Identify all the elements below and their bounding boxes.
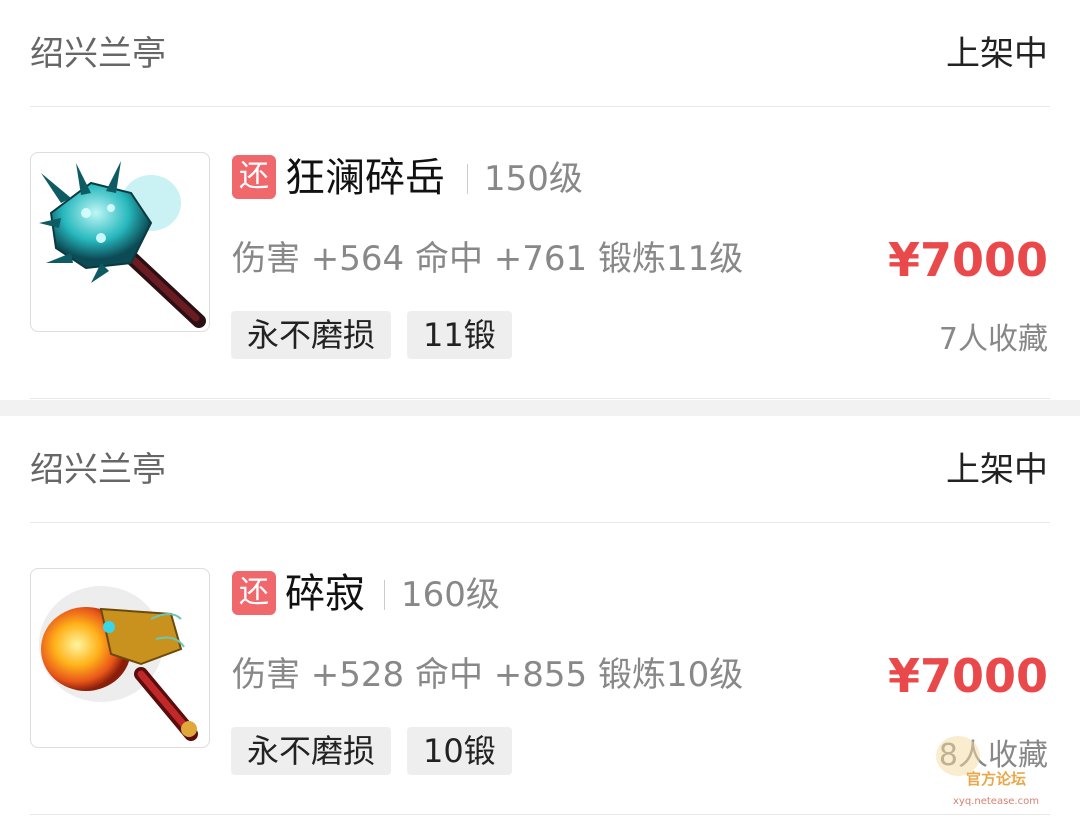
- card-divider: [30, 398, 1050, 399]
- item-price: ¥7000: [887, 649, 1048, 703]
- item-name[interactable]: 狂澜碎岳: [285, 152, 445, 204]
- item-stats: 伤害 +564 命中 +761 锻炼11级: [232, 239, 744, 279]
- feature-chips: 永不磨损 10锻: [231, 727, 512, 775]
- card-divider: [30, 522, 1050, 523]
- separator: [384, 580, 385, 610]
- item-name[interactable]: 碎寂: [285, 568, 365, 620]
- item-price: ¥7000: [887, 233, 1048, 287]
- favorites-count: 7人收藏: [938, 322, 1048, 357]
- level-group: 150级: [467, 158, 583, 200]
- svg-text:官方论坛: 官方论坛: [966, 770, 1026, 788]
- card-divider: [30, 814, 1050, 815]
- return-tag: 还: [232, 571, 276, 615]
- listing-card[interactable]: 绍兴兰亭 上架中 还 碎寂 160级 伤害 +528 命中 +855 锻炼10级…: [0, 416, 1080, 816]
- chip-forge: 11锻: [407, 311, 512, 359]
- listing-status: 上架中: [946, 450, 1048, 490]
- chip-durability: 永不磨损: [231, 727, 392, 775]
- cyan-spiked-mace-icon[interactable]: [30, 152, 210, 332]
- golden-dragon-hammer-icon[interactable]: [30, 568, 210, 748]
- level-group: 160级: [384, 574, 500, 616]
- listing-status: 上架中: [946, 34, 1048, 74]
- separator: [467, 164, 468, 194]
- listing-card[interactable]: 绍兴兰亭 上架中 还 狂澜碎岳 150级 伤害 +564 命中 +761 锻炼1…: [0, 0, 1080, 400]
- return-tag: 还: [232, 155, 276, 199]
- item-level: 160级: [401, 575, 500, 615]
- server-name: 绍兴兰亭: [30, 450, 166, 490]
- feature-chips: 永不磨损 11锻: [231, 311, 512, 359]
- section-gap: [0, 400, 1080, 416]
- svg-text:xyq.netease.com: xyq.netease.com: [953, 796, 1039, 807]
- item-stats: 伤害 +528 命中 +855 锻炼10级: [232, 655, 744, 695]
- card-divider: [30, 106, 1050, 107]
- item-level: 150级: [484, 159, 583, 199]
- server-name: 绍兴兰亭: [30, 34, 166, 74]
- chip-durability: 永不磨损: [231, 311, 392, 359]
- chip-forge: 10锻: [407, 727, 512, 775]
- forum-watermark-logo: 官方论坛 xyq.netease.com: [930, 728, 1056, 812]
